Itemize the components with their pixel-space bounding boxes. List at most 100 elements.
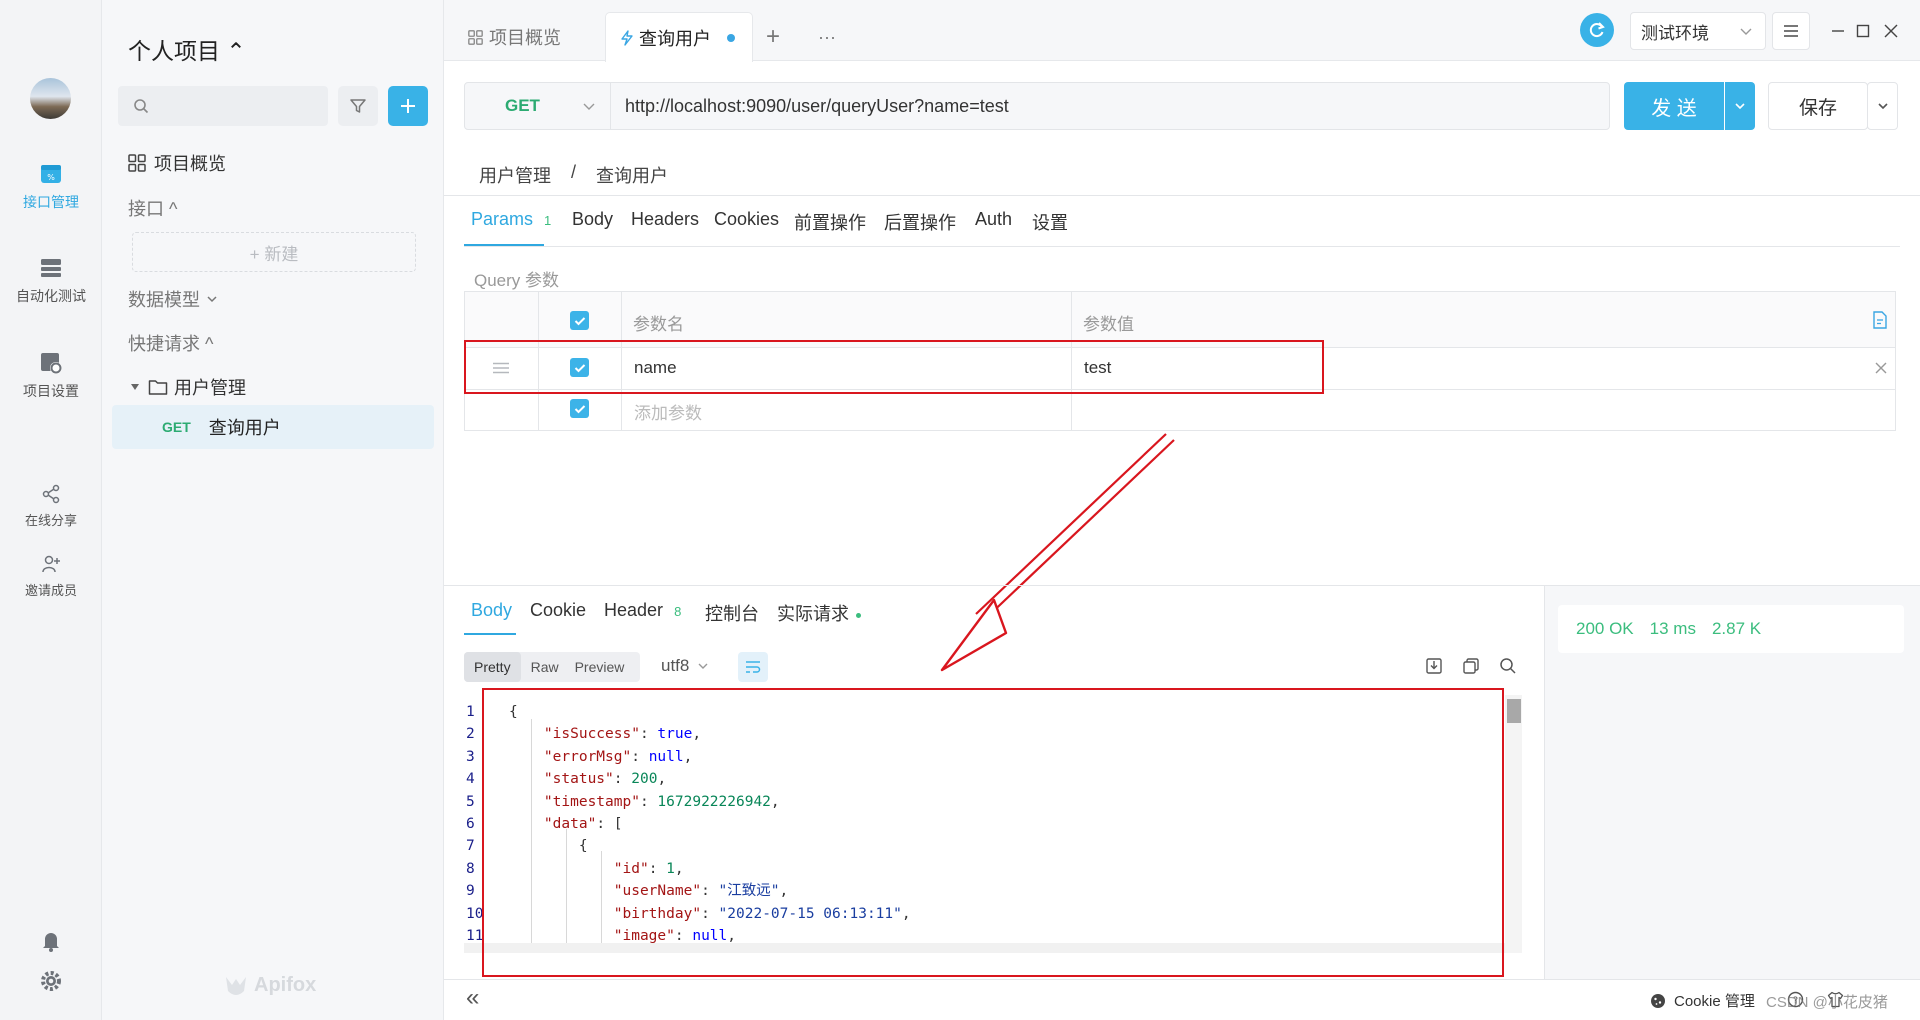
avatar[interactable] [30, 78, 71, 119]
response-active-underline [464, 633, 516, 635]
send-button-label: 发 送 [1651, 97, 1697, 120]
annotation-highlight-box [482, 688, 1504, 977]
cookie-manager-button[interactable]: Cookie 管理 [1650, 990, 1755, 1011]
select-all-checkbox[interactable] [570, 311, 589, 330]
response-tab-header[interactable]: Header 8 [604, 600, 681, 621]
breadcrumb-separator: / [571, 162, 577, 182]
view-mode-raw[interactable]: Raw [521, 659, 569, 675]
rail-item-project-settings[interactable]: 项目设置 [0, 351, 102, 401]
tab-headers[interactable]: Headers [631, 209, 699, 230]
filter-button[interactable] [338, 86, 378, 126]
request-item-query-user[interactable]: GET 查询用户 [112, 405, 434, 449]
editor-scrollbar-thumb[interactable] [1507, 699, 1521, 723]
minimize-icon[interactable] [1831, 24, 1845, 38]
rail-item-share[interactable]: 在线分享 [0, 484, 102, 529]
url-input[interactable] [611, 84, 1609, 128]
cookie-manager-label: Cookie 管理 [1674, 993, 1755, 1010]
close-window-icon[interactable] [1884, 24, 1898, 38]
add-param-checkbox[interactable] [570, 399, 589, 418]
folder-label: 用户管理 [174, 378, 246, 398]
tab-overview-label: 项目概览 [489, 28, 561, 48]
response-tab-cookie[interactable]: Cookie [530, 600, 586, 621]
sidebar-item-overview[interactable]: 项目概览 [128, 150, 226, 176]
response-tab-header-label: Header [604, 600, 664, 620]
annotation-highlight-box [464, 340, 1324, 394]
sidebar-section-api[interactable]: 接口 ^ [128, 195, 177, 221]
bulk-edit-icon[interactable] [1872, 311, 1888, 329]
response-tab-body[interactable]: Body [471, 600, 512, 621]
column-header-name: 参数名 [633, 315, 684, 334]
share-icon [42, 484, 60, 504]
tab-overview[interactable]: 项目概览 [468, 14, 561, 60]
view-mode-preview[interactable]: Preview [569, 659, 631, 675]
new-button-label: + 新建 [249, 244, 299, 264]
tab-body[interactable]: Body [572, 209, 613, 230]
sidebar-section-data-model[interactable]: 数据模型 [128, 286, 218, 312]
tab-post-operations[interactable]: 后置操作 [884, 209, 956, 235]
chevron-down-icon [1740, 28, 1752, 35]
rail-item-automation[interactable]: 自动化测试 [0, 256, 102, 306]
folder-icon [148, 380, 168, 395]
sidebar-item-overview-label: 项目概览 [154, 154, 226, 174]
column-header-value: 参数值 [1083, 315, 1134, 334]
tab-params-label: Params [471, 209, 534, 229]
bell-icon[interactable] [41, 930, 61, 952]
check-icon [574, 404, 585, 413]
encoding-select[interactable]: utf8 [661, 656, 709, 676]
copy-icon[interactable] [1462, 657, 1480, 675]
sync-button[interactable] [1580, 13, 1614, 47]
search-input[interactable] [118, 86, 328, 126]
gear-icon[interactable] [40, 970, 62, 992]
add-param-input[interactable]: 添加参数 [634, 399, 702, 424]
save-button[interactable]: 保存 [1768, 82, 1868, 130]
tab-cookies[interactable]: Cookies [714, 209, 779, 230]
sidebar-section-quick-request[interactable]: 快捷请求 ^ [128, 330, 213, 356]
response-tab-actual-request[interactable]: 实际请求 [777, 600, 862, 626]
add-tab-button[interactable]: + [766, 14, 780, 60]
save-options-button[interactable] [1867, 82, 1898, 130]
env-menu-button[interactable] [1772, 12, 1810, 50]
tab-query-user[interactable]: 查询用户 [605, 12, 753, 62]
response-tab-console[interactable]: 控制台 [705, 600, 759, 626]
send-button[interactable]: 发 送 [1624, 82, 1724, 130]
collapse-sidebar-button[interactable]: « [466, 984, 479, 1012]
chevron-down-icon [583, 103, 595, 110]
search-icon [134, 99, 149, 114]
breadcrumb-current[interactable]: 查询用户 [596, 162, 668, 188]
project-title[interactable]: 个人项目 ⌃ [128, 32, 246, 66]
search-response-icon[interactable] [1499, 657, 1517, 675]
tab-pre-operations[interactable]: 前置操作 [794, 209, 866, 235]
rail-item-api[interactable]: % 接口管理 [0, 162, 102, 212]
tab-settings[interactable]: 设置 [1032, 209, 1068, 235]
caret-down-icon [131, 384, 139, 390]
add-button[interactable] [388, 86, 428, 126]
maximize-icon[interactable] [1856, 24, 1870, 38]
line-number: 3 [466, 748, 475, 765]
brand-logo: Apifox [224, 974, 316, 997]
download-icon[interactable] [1425, 657, 1443, 675]
method-select[interactable]: GET [465, 83, 611, 129]
project-settings-icon [41, 353, 62, 374]
view-mode-toggle: Pretty Raw Preview [464, 652, 640, 682]
query-section-label: Query 参数 [474, 271, 560, 290]
env-select[interactable]: 测试环境 [1630, 12, 1766, 50]
line-number: 1 [466, 704, 475, 720]
tab-params[interactable]: Params 1 [471, 209, 551, 230]
grid-icon [468, 29, 483, 45]
invite-member-icon [42, 555, 60, 573]
encoding-value: utf8 [661, 656, 690, 675]
breadcrumb: 用户管理 / 查询用户 [479, 162, 668, 188]
delete-param-icon[interactable] [1875, 362, 1887, 374]
more-tabs-button[interactable]: ··· [818, 14, 836, 60]
line-number: 4 [466, 771, 475, 788]
tab-auth[interactable]: Auth [975, 209, 1012, 230]
new-button[interactable]: + 新建 [132, 232, 416, 272]
wrap-toggle-button[interactable] [738, 652, 768, 682]
view-mode-pretty[interactable]: Pretty [464, 652, 521, 682]
breadcrumb-parent[interactable]: 用户管理 [479, 162, 551, 188]
status-time: 13 ms [1649, 619, 1696, 638]
send-options-button[interactable] [1725, 82, 1755, 130]
chevron-down-icon [1735, 103, 1745, 110]
rail-item-invite[interactable]: 邀请成员 [0, 554, 102, 599]
folder-user-management[interactable]: 用户管理 [130, 374, 246, 400]
